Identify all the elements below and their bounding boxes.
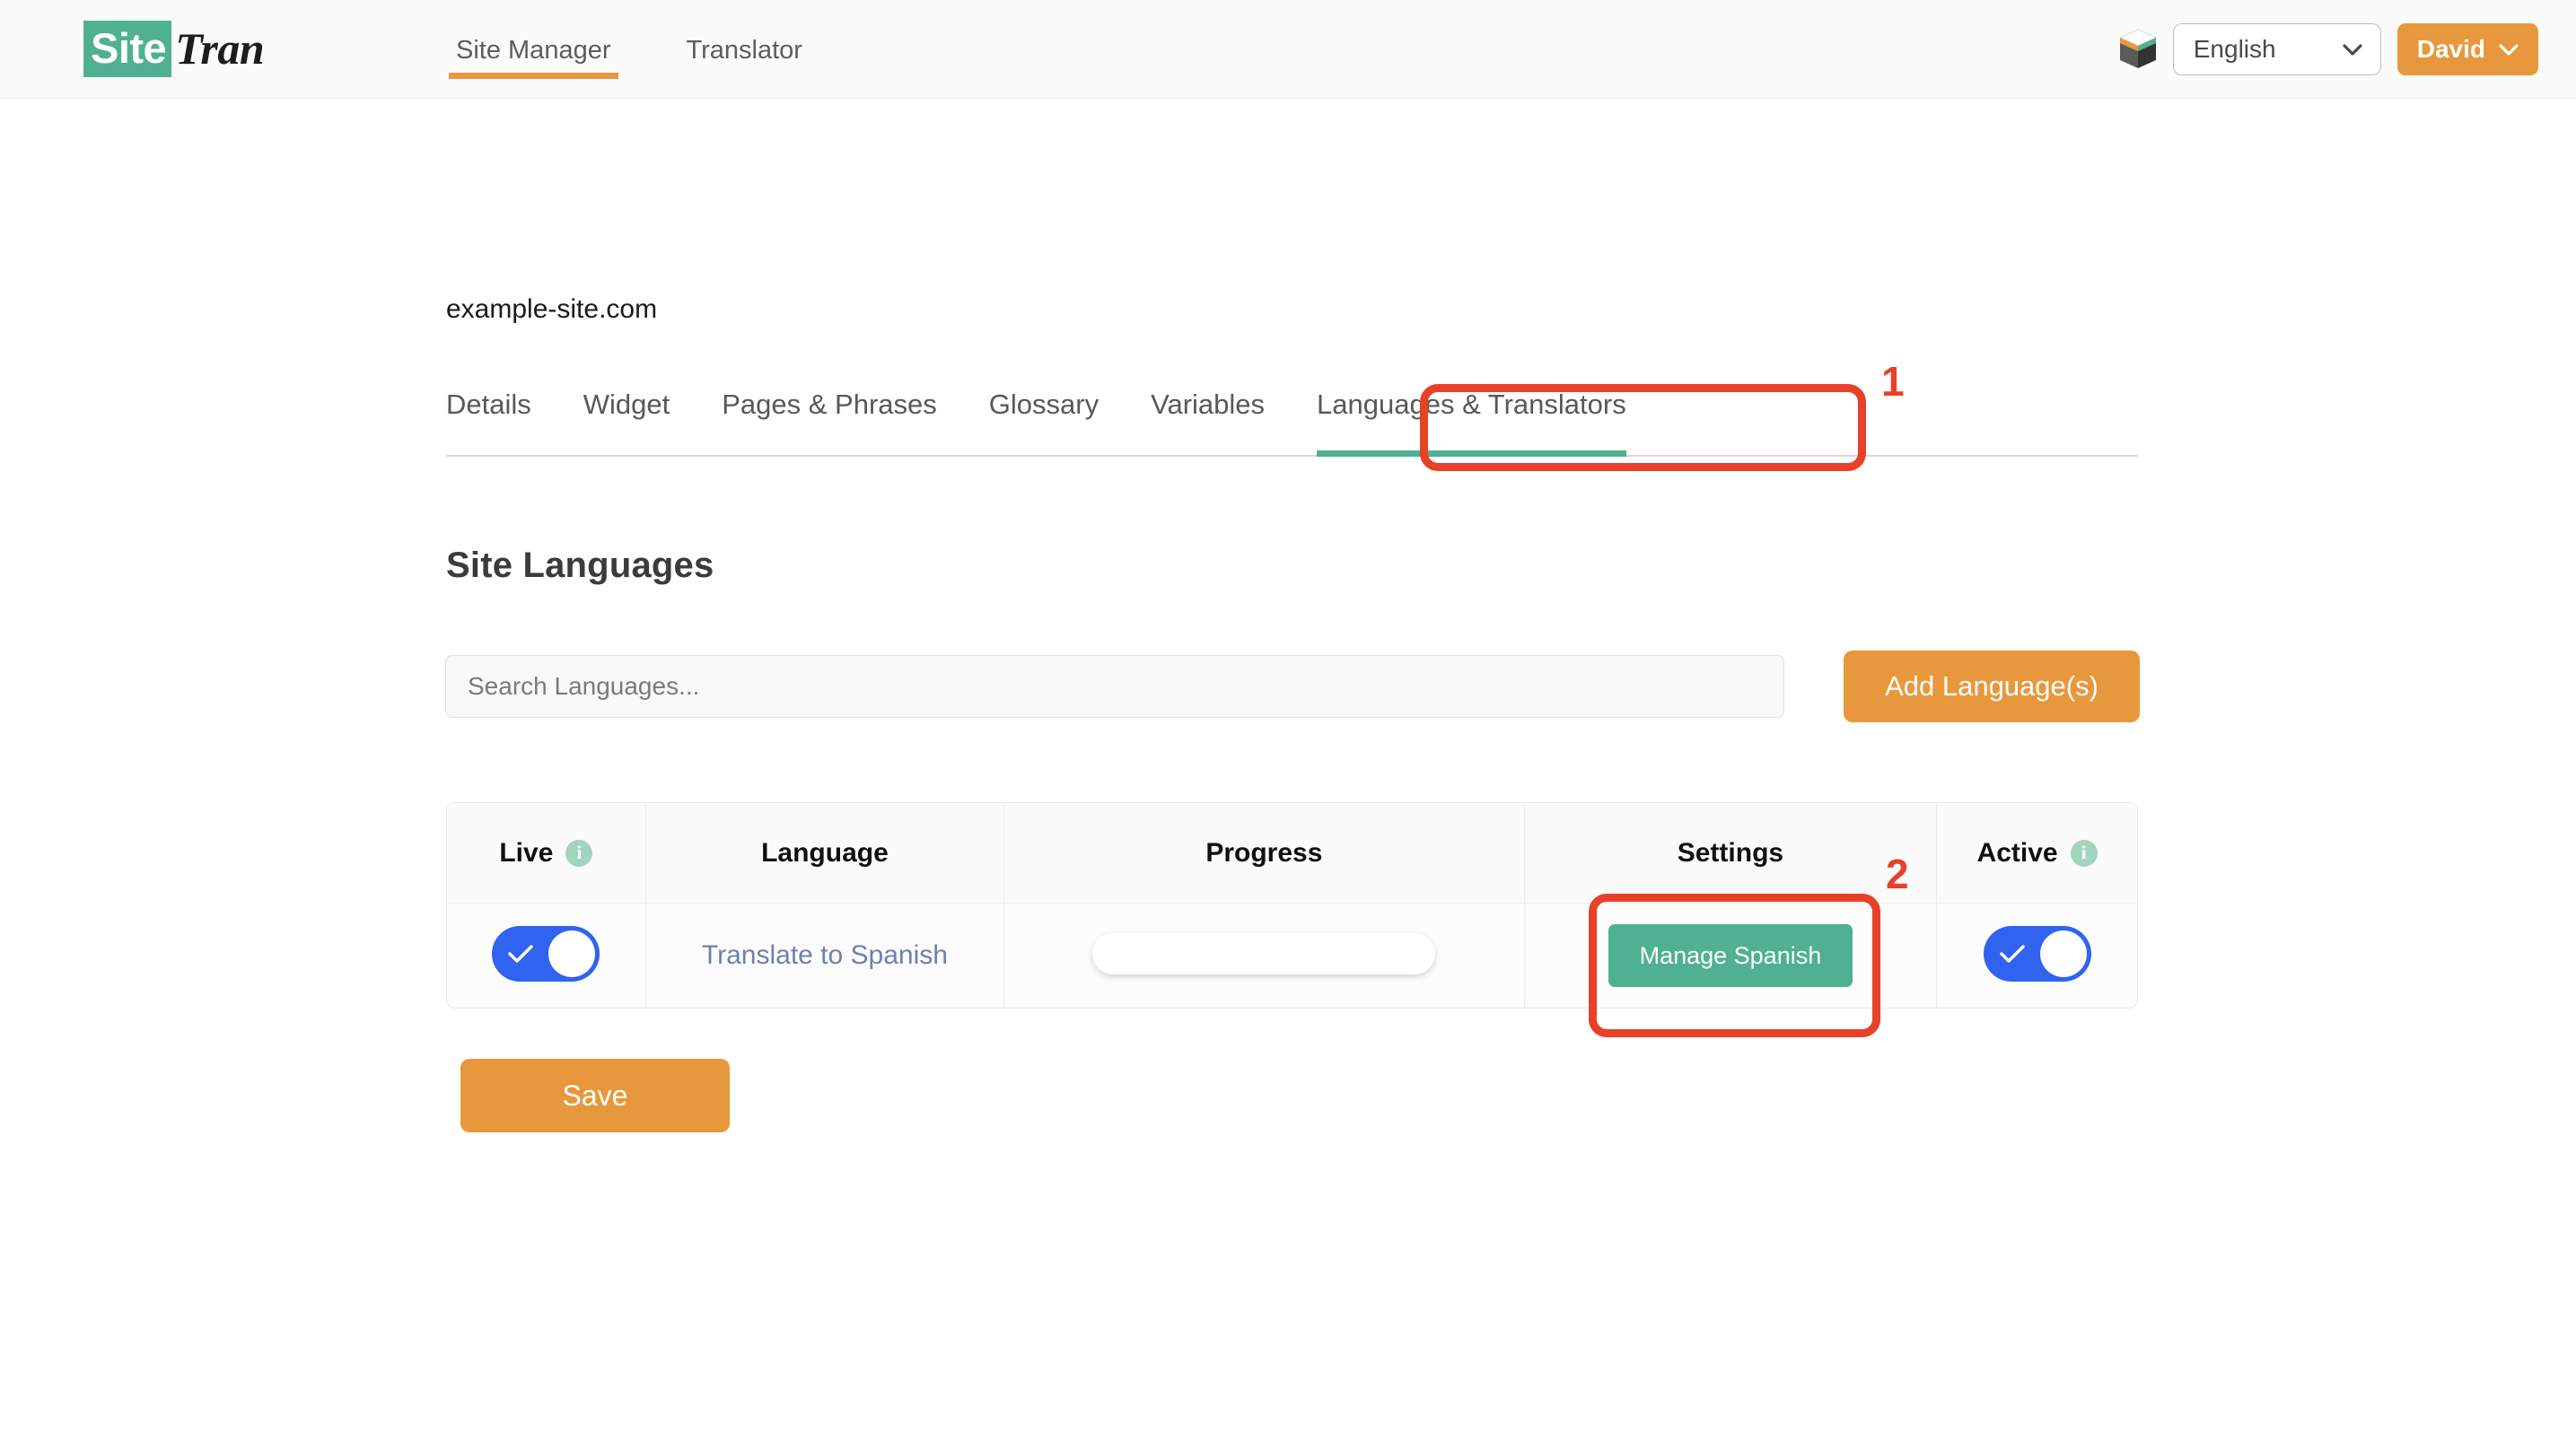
user-menu-label: David xyxy=(2416,35,2485,63)
tab-variables[interactable]: Variables xyxy=(1151,389,1265,457)
cell-progress xyxy=(1004,904,1525,1008)
cell-active xyxy=(1937,904,2137,1008)
column-header-language: Language xyxy=(645,803,1005,904)
nav-item-translator[interactable]: Translator xyxy=(679,0,810,99)
interface-language-select[interactable]: English xyxy=(2172,23,2381,75)
logo-mark: Site xyxy=(83,20,172,77)
column-header-live-label: Live xyxy=(499,837,554,868)
tab-details-label: Details xyxy=(446,389,531,420)
manage-language-button[interactable]: Manage Spanish xyxy=(1608,924,1853,987)
main-nav: Site Manager Translator xyxy=(449,0,871,99)
nav-item-translator-label: Translator xyxy=(686,36,802,65)
top-right-controls: English David xyxy=(2118,23,2538,75)
table-header-row: Live i Language Progress Settings Active… xyxy=(447,803,2137,904)
save-button[interactable]: Save xyxy=(460,1059,730,1132)
tab-pages-phrases[interactable]: Pages & Phrases xyxy=(722,389,937,457)
site-domain-label: example-site.com xyxy=(446,294,658,324)
page-title: Site Languages xyxy=(446,546,714,585)
toggle-knob xyxy=(2039,930,2087,977)
column-header-active: Active i xyxy=(1937,803,2137,904)
site-languages-table: Live i Language Progress Settings Active… xyxy=(446,802,2138,1009)
column-header-settings: Settings xyxy=(1524,803,1938,904)
logo-wordmark: Tran xyxy=(175,23,265,74)
user-menu-button[interactable]: David xyxy=(2396,23,2538,75)
column-header-active-label: Active xyxy=(1976,837,2058,868)
tab-languages-translators[interactable]: Languages & Translators xyxy=(1317,389,1626,457)
site-subtabs: Details Widget Pages & Phrases Glossary … xyxy=(446,389,2138,457)
info-icon[interactable]: i xyxy=(2070,839,2098,867)
cell-live xyxy=(447,904,646,1008)
active-toggle[interactable] xyxy=(1983,925,2091,982)
tab-widget-label: Widget xyxy=(583,389,670,420)
tab-variables-label: Variables xyxy=(1151,389,1266,420)
column-header-progress: Progress xyxy=(1004,803,1525,904)
chevron-down-icon xyxy=(2499,43,2519,56)
table-row: Translate to Spanish Manage Spanish xyxy=(447,904,2137,1008)
toggle-knob xyxy=(548,930,596,977)
cube-icon xyxy=(2118,29,2157,70)
search-languages-input[interactable] xyxy=(445,655,1784,718)
check-icon xyxy=(508,944,534,963)
top-navigation-bar: Site Tran Site Manager Translator Englis… xyxy=(0,0,2576,99)
cell-settings: Manage Spanish xyxy=(1524,904,1938,1008)
nav-item-site-manager[interactable]: Site Manager xyxy=(449,0,618,99)
add-language-button[interactable]: Add Language(s) xyxy=(1844,651,2140,722)
cell-language: Translate to Spanish xyxy=(645,904,1005,1008)
tab-glossary-label: Glossary xyxy=(988,389,1100,420)
app-logo[interactable]: Site Tran xyxy=(83,20,265,77)
column-header-live: Live i xyxy=(447,803,646,904)
tab-widget[interactable]: Widget xyxy=(583,389,670,457)
language-link[interactable]: Translate to Spanish xyxy=(702,940,948,970)
interface-language-value: English xyxy=(2193,35,2276,63)
progress-bar xyxy=(1092,932,1436,974)
tab-details[interactable]: Details xyxy=(446,389,531,457)
check-icon xyxy=(1999,944,2025,963)
chevron-down-icon xyxy=(2343,43,2362,56)
tab-languages-translators-label: Languages & Translators xyxy=(1317,389,1626,420)
live-toggle[interactable] xyxy=(492,925,600,982)
tab-pages-phrases-label: Pages & Phrases xyxy=(722,389,937,420)
tab-glossary[interactable]: Glossary xyxy=(989,389,1099,457)
nav-item-site-manager-label: Site Manager xyxy=(456,36,611,65)
info-icon[interactable]: i xyxy=(565,839,593,867)
